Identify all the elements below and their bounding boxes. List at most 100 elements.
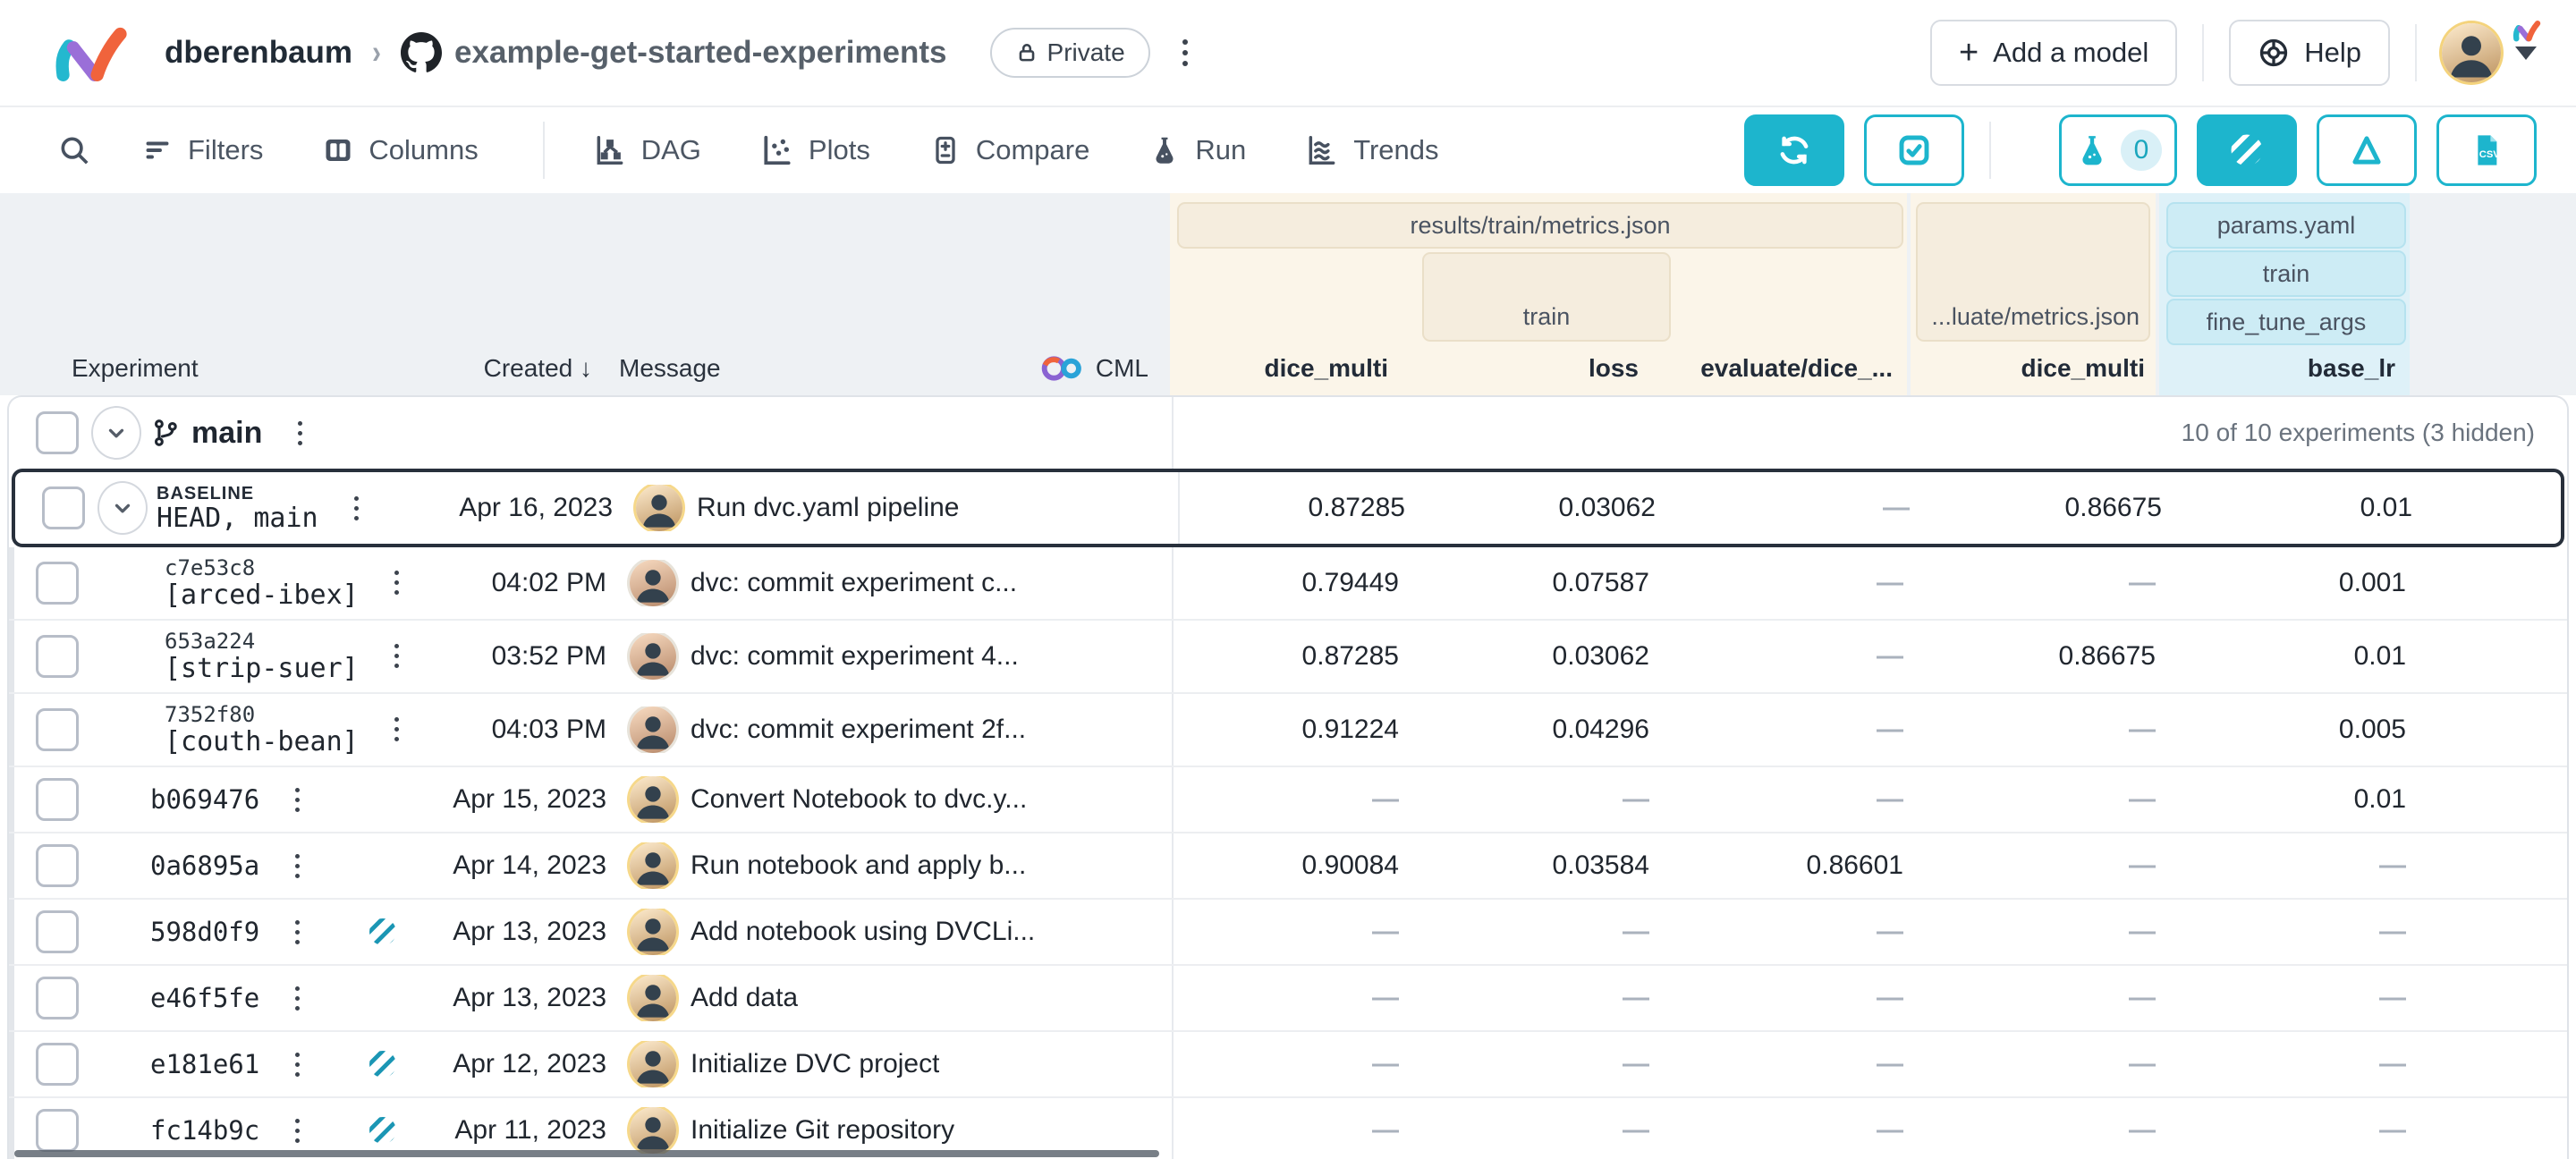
metric-value: — bbox=[1918, 1115, 2170, 1146]
row-checkbox[interactable] bbox=[36, 708, 79, 751]
dag-button[interactable]: DAG bbox=[593, 133, 701, 167]
experiment-id: [arced-ibex] bbox=[165, 580, 359, 610]
trends-button[interactable]: Trends bbox=[1305, 133, 1438, 167]
export-csv-button[interactable]: CSV bbox=[2436, 114, 2537, 186]
plots-button[interactable]: Plots bbox=[760, 133, 870, 167]
row-checkbox[interactable] bbox=[36, 562, 79, 605]
created-cell: 03:52 PM bbox=[411, 641, 617, 672]
studio-logo-icon[interactable] bbox=[50, 15, 132, 90]
experiment-row-0a6895a[interactable]: 0a6895a Apr 14, 2023 Run notebook and ap… bbox=[9, 833, 2567, 900]
row-menu-kebab[interactable] bbox=[382, 710, 411, 749]
search-button[interactable] bbox=[57, 133, 91, 167]
commit-hash: 598d0f9 bbox=[150, 917, 259, 947]
top-bar-actions: + Add a model Help bbox=[1930, 20, 2537, 86]
select-rows-button[interactable] bbox=[1864, 114, 1964, 186]
filters-button[interactable]: Filters bbox=[141, 134, 263, 166]
metric-value: — bbox=[1918, 850, 2170, 881]
experiment-row-e46f5fe[interactable]: e46f5fe Apr 13, 2023 Add data ————— bbox=[9, 966, 2567, 1032]
toggle-hidden-button[interactable] bbox=[2197, 114, 2297, 186]
row-menu-kebab[interactable] bbox=[382, 563, 411, 602]
collapse-branch-button[interactable] bbox=[91, 406, 141, 460]
metric-value: — bbox=[1664, 1049, 1918, 1079]
group-header-train[interactable]: train bbox=[1422, 252, 1671, 342]
created-cell: Apr 11, 2023 bbox=[411, 1115, 617, 1146]
user-menu[interactable] bbox=[2442, 23, 2537, 82]
branch-row-main[interactable]: main 10 of 10 experiments (3 hidden) bbox=[9, 397, 2567, 469]
row-menu-kebab[interactable] bbox=[283, 979, 312, 1018]
help-button[interactable]: Help bbox=[2229, 20, 2390, 86]
created-cell: Apr 14, 2023 bbox=[411, 850, 617, 881]
column-header-base-lr[interactable]: base_lr bbox=[2159, 354, 2410, 395]
column-header-created[interactable]: Created ↓ bbox=[397, 354, 603, 383]
row-menu-kebab[interactable] bbox=[283, 913, 312, 952]
experiment-row-7352f80[interactable]: 7352f80 [couth-bean] 04:03 PM dvc: commi… bbox=[9, 694, 2567, 767]
repo-menu-kebab[interactable] bbox=[1170, 32, 1200, 73]
run-button[interactable]: Run bbox=[1148, 134, 1246, 166]
commit-message: dvc: commit experiment 2f... bbox=[691, 715, 1026, 745]
experiment-row-653a224[interactable]: 653a224 [strip-suer] 03:52 PM dvc: commi… bbox=[9, 621, 2567, 694]
row-menu-kebab[interactable] bbox=[283, 1112, 312, 1150]
column-header-experiment[interactable]: Experiment bbox=[72, 354, 199, 383]
breadcrumb-repo[interactable]: example-get-started-experiments bbox=[401, 32, 946, 73]
compare-button[interactable]: Compare bbox=[929, 134, 1090, 166]
experiment-row-c7e53c8[interactable]: c7e53c8 [arced-ibex] 04:02 PM dvc: commi… bbox=[9, 547, 2567, 621]
author-avatar bbox=[630, 706, 676, 753]
breadcrumb-owner[interactable]: dberenbaum bbox=[165, 35, 352, 71]
row-checkbox[interactable] bbox=[36, 1109, 79, 1152]
group-header-results-train-metrics[interactable]: results/train/metrics.json bbox=[1177, 202, 1903, 249]
branch-menu-kebab[interactable] bbox=[285, 414, 315, 453]
metric-value: — bbox=[1918, 715, 2170, 745]
horizontal-scrollbar[interactable] bbox=[14, 1150, 1159, 1157]
runs-counter-button[interactable]: 0 bbox=[2059, 114, 2177, 186]
metric-value: — bbox=[1664, 784, 1918, 815]
dvc-studio-app: dberenbaum › example-get-started-experim… bbox=[0, 0, 2576, 1159]
row-menu-kebab[interactable] bbox=[283, 847, 312, 885]
commit-hash: b069476 bbox=[150, 784, 259, 815]
experiment-row-b069476[interactable]: b069476 Apr 15, 2023 Convert Notebook to… bbox=[9, 767, 2567, 833]
row-checkbox[interactable] bbox=[42, 486, 85, 529]
cml-icon bbox=[1035, 354, 1085, 383]
experiment-row-e181e61[interactable]: e181e61 Apr 12, 2023 Initialize DVC proj… bbox=[9, 1032, 2567, 1098]
group-header-params-yaml[interactable]: params.yaml bbox=[2166, 202, 2406, 249]
add-model-button[interactable]: + Add a model bbox=[1930, 20, 2177, 86]
column-header-cml[interactable]: CML bbox=[1035, 354, 1148, 383]
columns-button[interactable]: Columns bbox=[322, 134, 478, 166]
row-checkbox[interactable] bbox=[36, 1043, 79, 1086]
commit-hash: 0a6895a bbox=[150, 850, 259, 881]
commit-hash: e46f5fe bbox=[150, 983, 259, 1013]
refresh-button[interactable] bbox=[1744, 114, 1844, 186]
column-header-dice-multi[interactable]: dice_multi bbox=[1163, 354, 1402, 395]
hidden-indicator-icon bbox=[367, 1048, 399, 1080]
metric-value: — bbox=[1413, 1049, 1664, 1079]
created-cell: 04:02 PM bbox=[411, 568, 617, 598]
row-checkbox[interactable] bbox=[36, 778, 79, 821]
group-header-fine-tune-args[interactable]: fine_tune_args bbox=[2166, 299, 2406, 345]
group-header-params-train[interactable]: train bbox=[2166, 250, 2406, 297]
row-checkbox[interactable] bbox=[36, 844, 79, 887]
row-checkbox[interactable] bbox=[36, 635, 79, 678]
row-menu-kebab[interactable] bbox=[283, 781, 312, 819]
delta-view-button[interactable] bbox=[2317, 114, 2417, 186]
table-header-metrics: results/train/metrics.json train ...luat… bbox=[1163, 193, 2576, 395]
branch-checkbox[interactable] bbox=[36, 411, 79, 454]
author-avatar bbox=[630, 909, 676, 955]
author-avatar bbox=[630, 1107, 676, 1154]
metric-value: — bbox=[1174, 1115, 1413, 1146]
row-menu-kebab[interactable] bbox=[283, 1045, 312, 1084]
row-menu-kebab[interactable] bbox=[342, 489, 371, 528]
group-header-evaluate-metrics[interactable]: ...luate/metrics.json bbox=[1916, 202, 2150, 342]
column-header-message[interactable]: Message bbox=[619, 354, 721, 383]
row-checkbox[interactable] bbox=[36, 977, 79, 1019]
column-header-evaluate-dice[interactable]: evaluate/dice_... bbox=[1653, 354, 1907, 395]
repo-name: example-get-started-experiments bbox=[454, 35, 946, 71]
collapse-commit-button[interactable] bbox=[97, 481, 148, 535]
experiment-row-598d0f9[interactable]: 598d0f9 Apr 13, 2023 Add notebook using … bbox=[9, 900, 2567, 966]
row-metrics: ————— bbox=[1172, 1032, 2567, 1096]
column-header-loss[interactable]: loss bbox=[1402, 354, 1653, 395]
column-header-dice-multi-2[interactable]: dice_multi bbox=[1907, 354, 2159, 395]
row-checkbox[interactable] bbox=[36, 910, 79, 953]
commit-message: Initialize Git repository bbox=[691, 1115, 954, 1146]
commit-message: Add notebook using DVCLi... bbox=[691, 917, 1035, 947]
experiment-row-baseline[interactable]: BASELINE HEAD, main Apr 16, 2023 Run dvc… bbox=[12, 469, 2564, 547]
row-menu-kebab[interactable] bbox=[382, 637, 411, 675]
